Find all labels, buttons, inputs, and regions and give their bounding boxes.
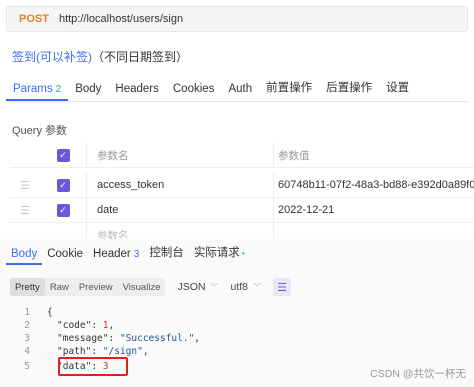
response-tabs: Body Cookie Header 3 控制台 实际请求 • [6,243,250,265]
request-name-link[interactable]: 签到(可以补签) [12,50,92,64]
select-all-checkbox[interactable]: ✓ [56,148,70,162]
params-count-badge: 2 [55,84,62,95]
table-header-row: ✓ 参数名 参数值 [10,142,474,168]
request-name: 签到(可以补签)（不同日期签到） [12,48,188,65]
drag-handle-icon[interactable]: ☰ [10,197,40,223]
watermark: CSDN @共饮一杯无 [370,368,466,380]
view-mode-raw[interactable]: Raw [45,278,74,296]
line-number: 4 [24,346,30,357]
header-param-name: 参数名 [86,142,273,168]
param-key-input[interactable]: date [86,197,273,223]
line-number: 3 [24,333,30,344]
view-mode-preview[interactable]: Preview [74,278,118,296]
encoding-select[interactable]: utf8 ﹀ [231,281,262,293]
url-input[interactable]: http://localhost/users/sign [59,13,183,25]
code-line: 2 "code": 1, [10,319,114,332]
status-dot-icon: • [241,249,245,258]
response-tab-actual-request[interactable]: 实际请求 • [189,244,250,265]
tab-body[interactable]: Body [68,83,108,101]
header-count-badge: 3 [133,249,140,260]
view-mode-visualize[interactable]: Visualize [118,278,166,296]
view-mode-pretty[interactable]: Pretty [10,278,45,296]
http-method-select[interactable]: POST [19,13,49,25]
tab-auth[interactable]: Auth [221,83,259,101]
header-param-value: 参数值 [273,142,474,168]
response-tab-console[interactable]: 控制台 [144,244,189,265]
line-number: 2 [24,320,30,331]
row-checkbox[interactable]: ✓ [56,203,70,217]
table-row: ☰ ✓ access_token 60748b11-07f2-48a3-bd88… [10,172,474,198]
tab-pre-request[interactable]: 前置操作 [259,79,319,101]
tab-headers[interactable]: Headers [108,83,165,101]
highlight-annotation-box [58,357,128,376]
code-line: 4 "path": "/sign", [10,345,148,358]
response-tab-header[interactable]: Header 3 [88,248,144,265]
tab-post-request[interactable]: 后置操作 [319,79,379,101]
view-mode-switch: Pretty Raw Preview Visualize [10,278,166,296]
row-checkbox[interactable]: ✓ [56,178,70,192]
response-tab-body[interactable]: Body [6,248,43,265]
line-number: 1 [24,307,30,318]
wrap-lines-icon[interactable]: ☰ [273,278,292,296]
param-key-input[interactable]: access_token [86,172,273,198]
param-value-input[interactable]: 60748b11-07f2-48a3-bd88-e392d0a89f0d [273,172,474,198]
query-section-title: Query 参数 [12,125,68,137]
tab-settings[interactable]: 设置 [379,79,416,101]
code-line: 3 "message": "Successful.", [10,332,200,345]
format-select[interactable]: JSON ﹀ [177,281,218,293]
drag-handle-icon[interactable]: ☰ [10,172,40,198]
tab-cookies[interactable]: Cookies [166,83,222,101]
code-line: 1 { [10,306,52,319]
param-value-input[interactable]: 2022-12-21 [273,197,474,223]
response-tab-cookie[interactable]: Cookie [42,248,88,265]
chevron-down-icon: ﹀ [210,282,219,292]
code-line: 5 "data": 3 [10,360,108,373]
line-number: 5 [24,361,30,372]
response-toolbar: Pretty Raw Preview Visualize JSON ﹀ utf8 ﹀… [10,278,292,296]
request-name-suffix: （不同日期签到） [92,50,189,64]
chevron-down-icon: ﹀ [253,282,262,292]
table-row: ☰ ✓ date 2022-12-21 [10,197,474,223]
url-bar[interactable]: POST http://localhost/users/sign [6,6,468,32]
tab-params[interactable]: Params 2 [6,83,69,101]
request-tabs: Params 2 Body Headers Cookies Auth 前置操作 后… [6,78,468,102]
